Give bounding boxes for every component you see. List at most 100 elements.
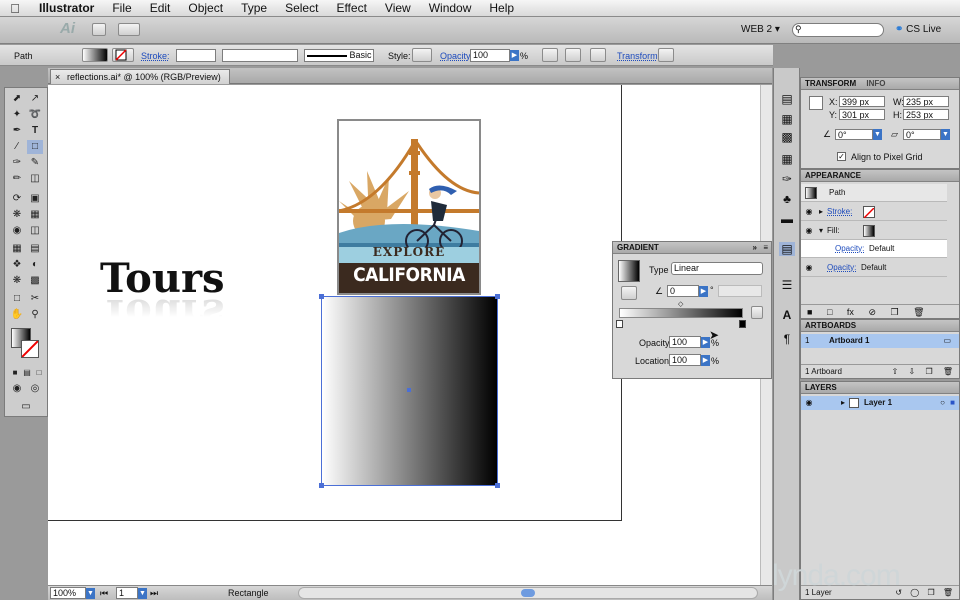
selection-handle[interactable] <box>495 483 500 488</box>
artboard-footer-icons[interactable]: ⇧ ⇩ ❐ 🗑 <box>892 365 953 379</box>
zoom-field[interactable]: 100% <box>50 587 86 599</box>
menu-select[interactable]: Select <box>276 0 327 17</box>
opacity-field[interactable]: 100 <box>470 49 510 62</box>
perspective-grid-tool-icon[interactable]: ◫ <box>27 224 43 238</box>
fill-opacity-link[interactable]: Opacity: <box>835 240 864 258</box>
stroke-link[interactable]: Stroke: <box>141 50 170 62</box>
isolate-icon[interactable] <box>565 48 581 62</box>
artboard-dropdown-icon[interactable]: ▼ <box>138 588 147 599</box>
transform-tab[interactable]: TRANSFORM <box>805 79 856 88</box>
character-icon[interactable]: A <box>779 308 795 322</box>
scroll-thumb[interactable] <box>521 589 535 597</box>
add-stroke-icon[interactable]: ■ <box>807 307 812 317</box>
symbol-sprayer-tool-icon[interactable]: ❋ <box>9 274 25 288</box>
reference-point-icon[interactable] <box>590 48 606 62</box>
reference-point-locator[interactable] <box>809 96 823 110</box>
symbols-icon[interactable]: ♣ <box>779 192 795 206</box>
gradient-panel-icon[interactable]: ▤ <box>779 242 795 256</box>
align-pixel-grid-checkbox[interactable]: ✓ <box>837 152 846 161</box>
appearance-path-row[interactable]: Path <box>801 184 947 202</box>
table-icon[interactable]: ▦ <box>779 152 795 166</box>
panel-menu-icon[interactable]: ≡ <box>763 242 768 254</box>
horizontal-scrollbar[interactable] <box>298 587 758 599</box>
add-fill-icon[interactable]: □ <box>827 307 832 317</box>
opacity-dropdown-icon[interactable]: ▶ <box>510 50 519 61</box>
column-graph-tool-icon[interactable]: ▩ <box>27 274 43 288</box>
graphic-styles-icon[interactable]: ▬ <box>779 212 795 226</box>
variable-width-profile[interactable] <box>222 49 298 62</box>
magic-wand-tool-icon[interactable]: ✦ <box>9 108 25 122</box>
artboard-nav-first-icon[interactable]: ⏮ <box>100 587 108 599</box>
rotate-tool-icon[interactable]: ⟳ <box>9 192 25 206</box>
free-transform-tool-icon[interactable]: ▦ <box>27 208 43 222</box>
type-tool-icon[interactable]: T <box>27 124 43 138</box>
delete-item-icon[interactable]: 🗑 <box>913 307 924 317</box>
transform-link[interactable]: Transform <box>617 50 658 62</box>
scale-tool-icon[interactable]: ▣ <box>27 192 43 206</box>
delete-stop-icon[interactable] <box>751 306 763 319</box>
eraser-tool-icon[interactable]: ◫ <box>27 172 43 186</box>
search-input[interactable]: ⚲ <box>792 23 884 37</box>
visibility-eye-icon[interactable]: ◉ <box>804 226 814 236</box>
rotate-field[interactable]: 0° <box>835 129 873 140</box>
collapse-icon[interactable]: » <box>753 242 757 254</box>
expand-layer-icon[interactable]: ▸ <box>841 396 845 410</box>
arrange-documents-icon[interactable] <box>118 23 140 36</box>
gradient-type-select[interactable]: Linear <box>671 262 763 275</box>
info-tab[interactable]: INFO <box>866 79 885 88</box>
clear-appearance-icon[interactable]: ⊘ <box>868 307 876 317</box>
graphic-style-picker[interactable] <box>412 48 432 62</box>
brush-definition[interactable]: Basic <box>304 49 374 62</box>
fill-swatch[interactable] <box>82 48 108 62</box>
workspace-switcher[interactable]: WEB 2 ▾ <box>738 23 783 37</box>
artboard-tool-icon[interactable]: □ <box>9 292 25 306</box>
color-stop-black[interactable] <box>739 320 746 328</box>
menu-app[interactable]: Illustrator <box>30 0 103 17</box>
stop-location-field[interactable]: 100 <box>669 354 701 366</box>
recolor-artwork-icon[interactable] <box>542 48 558 62</box>
selection-indicator-icon[interactable]: ■ <box>950 396 955 410</box>
warp-tool-icon[interactable]: ❋ <box>9 208 25 222</box>
add-effect-icon[interactable]: fx <box>847 307 854 317</box>
opacity-link[interactable]: Opacity: <box>440 50 473 62</box>
menu-effect[interactable]: Effect <box>327 0 375 17</box>
selection-handle[interactable] <box>319 294 324 299</box>
visibility-eye-icon[interactable]: ◉ <box>804 263 814 273</box>
paragraph-icon[interactable]: ¶ <box>779 332 795 346</box>
artboard-row[interactable]: 1 Artboard 1 ▭ <box>801 334 959 348</box>
zoom-tool-icon[interactable]: ⚲ <box>27 308 43 322</box>
appearance-stroke-label[interactable]: Stroke: <box>827 203 852 221</box>
gradient-tool-icon[interactable]: ▤ <box>27 242 43 256</box>
line-tool-icon[interactable]: ∕ <box>9 140 25 154</box>
angle-field[interactable]: 0 <box>667 285 699 297</box>
menu-object[interactable]: Object <box>179 0 232 17</box>
appearance-fill-opacity-row[interactable]: Opacity: Default <box>801 240 947 258</box>
color-guide-icon[interactable]: ▤ <box>779 92 795 106</box>
poster-artwork[interactable]: EXPLORE CALIFORNIA <box>337 119 481 295</box>
screen-mode-icon[interactable]: ▭ <box>13 400 39 414</box>
selection-tool-icon[interactable]: ⬈ <box>9 92 25 106</box>
stroke-swatch[interactable] <box>112 48 134 62</box>
duplicate-item-icon[interactable]: ❐ <box>891 307 899 317</box>
cs-live-button[interactable]: ⚭ CS Live <box>895 21 941 39</box>
layer-row[interactable]: ◉ ▸ Layer 1 ○ ■ <box>801 396 959 410</box>
brushes-icon[interactable]: ✑ <box>779 172 795 186</box>
target-icon[interactable]: ○ <box>940 396 945 410</box>
stop-opacity-field[interactable]: 100 <box>669 336 701 348</box>
menu-edit[interactable]: Edit <box>141 0 180 17</box>
blend-tool-icon[interactable]: ◐ <box>27 258 43 272</box>
artboard-nav-last-icon[interactable]: ⏭ <box>150 587 158 599</box>
zoom-dropdown-icon[interactable]: ▼ <box>86 588 95 599</box>
apple-icon[interactable]:  <box>0 1 30 16</box>
gradient-rectangle[interactable] <box>319 294 500 488</box>
appearance-stroke-row[interactable]: ◉ ▸ Stroke: <box>801 203 947 221</box>
artboard-number-field[interactable]: 1 <box>116 587 138 599</box>
appearance-fill-row[interactable]: ◉ ▾ Fill: <box>801 222 947 240</box>
stroke-none-swatch[interactable] <box>863 206 875 219</box>
visibility-eye-icon[interactable]: ◉ <box>804 207 814 217</box>
draw-inside-icon[interactable]: ◎ <box>27 382 43 396</box>
rotate-dropdown-icon[interactable]: ▼ <box>873 129 882 140</box>
lasso-tool-icon[interactable]: ➰ <box>27 108 43 122</box>
pencil-tool-icon[interactable]: ✎ <box>27 156 43 170</box>
mesh-tool-icon[interactable]: ▦ <box>9 242 25 256</box>
